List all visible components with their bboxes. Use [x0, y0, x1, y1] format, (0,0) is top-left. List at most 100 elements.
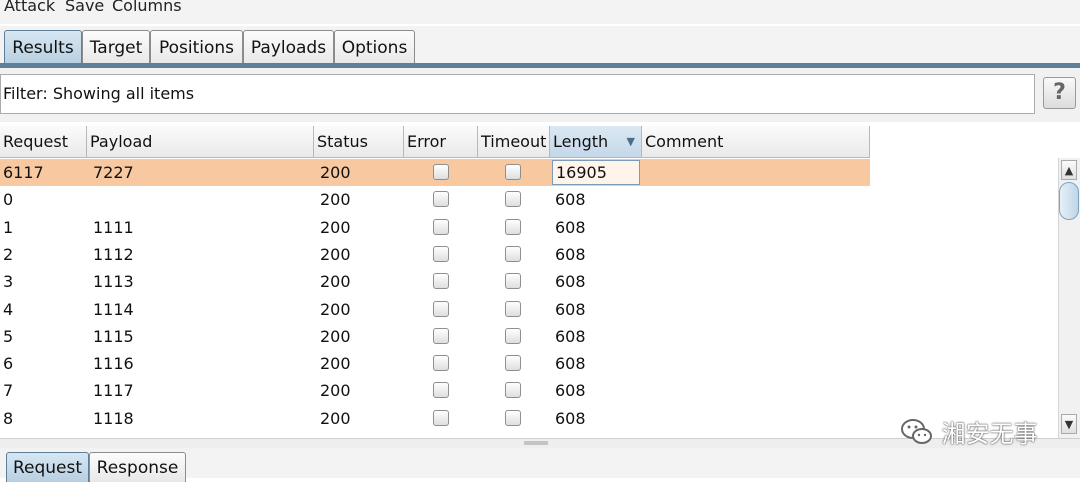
tab-positions[interactable]: Positions [150, 30, 243, 64]
cell-comment [645, 214, 870, 241]
timeout-checkbox[interactable] [505, 355, 521, 372]
table-row[interactable]: 2 1112 200 608 [0, 241, 870, 268]
splitter-grip-icon[interactable] [524, 441, 548, 445]
cell-request: 6 [3, 354, 14, 374]
cell-comment [645, 241, 870, 268]
scroll-up-icon[interactable]: ▲ [1061, 160, 1077, 180]
filter-field[interactable]: Filter: Showing all items [0, 74, 1035, 114]
cell-length: 608 [555, 299, 586, 319]
watermark: 湘安无事 [900, 414, 1038, 448]
table-row[interactable]: 6 1116 200 608 [0, 350, 870, 377]
scrollbar-thumb[interactable] [1059, 182, 1079, 220]
wechat-icon [901, 418, 932, 444]
cell-comment [645, 268, 870, 295]
column-header-request[interactable]: Request [0, 126, 87, 158]
error-checkbox[interactable] [433, 273, 449, 290]
column-header-error[interactable]: Error [404, 126, 478, 158]
cell-request: 2 [3, 244, 14, 264]
cell-status: 200 [320, 217, 351, 237]
column-header-comment[interactable]: Comment [642, 126, 870, 158]
help-button[interactable]: ? [1043, 77, 1076, 109]
cell-length: 608 [555, 217, 586, 237]
timeout-checkbox[interactable] [505, 164, 521, 180]
timeout-checkbox[interactable] [505, 218, 521, 235]
cell-payload [90, 186, 314, 213]
timeout-checkbox[interactable] [505, 409, 521, 426]
error-checkbox[interactable] [433, 300, 449, 317]
cell-request: 8 [3, 408, 14, 428]
table-row[interactable]: 3 1113 200 608 [0, 268, 870, 295]
timeout-checkbox[interactable] [505, 327, 521, 344]
cell-status: 200 [320, 272, 351, 292]
table-row[interactable]: 7 1117 200 608 [0, 377, 870, 404]
cell-payload: 1117 [93, 381, 134, 401]
cell-payload: 1112 [93, 244, 134, 264]
timeout-checkbox[interactable] [505, 245, 521, 262]
error-checkbox[interactable] [433, 409, 449, 426]
cell-payload: 1118 [93, 408, 134, 428]
watermark-text: 湘安无事 [941, 420, 1038, 448]
cell-status: 200 [320, 326, 351, 346]
cell-status: 200 [320, 381, 351, 401]
cell-length: 608 [555, 381, 586, 401]
cell-status: 200 [320, 408, 351, 428]
timeout-checkbox[interactable] [505, 273, 521, 290]
error-checkbox[interactable] [433, 191, 449, 208]
cell-length: 608 [555, 272, 586, 292]
cell-length: 16905 [552, 160, 640, 185]
cell-request: 0 [3, 190, 14, 210]
tab-payloads[interactable]: Payloads [243, 30, 334, 64]
tab-target[interactable]: Target [82, 30, 150, 64]
cell-payload: 1114 [93, 299, 134, 319]
cell-payload: 1116 [93, 354, 134, 374]
tab-results[interactable]: Results [4, 30, 82, 64]
menu-bar: Attack Save Columns [0, 0, 1080, 24]
timeout-checkbox[interactable] [505, 300, 521, 317]
cell-length: 608 [555, 190, 586, 210]
column-header-length[interactable]: Length ▼ [550, 126, 642, 158]
menu-attack[interactable]: Attack [4, 0, 55, 15]
tab-bar: Results Target Positions Payloads Option… [0, 26, 1080, 66]
cell-status: 200 [320, 244, 351, 264]
cell-length: 608 [555, 244, 586, 264]
table-row[interactable]: 4 1114 200 608 [0, 296, 870, 323]
filter-bar: Filter: Showing all items ? [0, 68, 1080, 122]
cell-status: 200 [320, 354, 351, 374]
column-header-status[interactable]: Status [314, 126, 404, 158]
menu-columns[interactable]: Columns [112, 0, 182, 15]
error-checkbox[interactable] [433, 164, 449, 180]
table-row[interactable]: 5 1115 200 608 [0, 323, 870, 350]
results-table: Request Payload Status Error Timeout Len… [0, 126, 1058, 438]
cell-request: 3 [3, 272, 14, 292]
timeout-checkbox[interactable] [505, 191, 521, 208]
table-row[interactable]: 1 1111 200 608 [0, 214, 870, 241]
column-header-timeout[interactable]: Timeout [478, 126, 550, 158]
table-row[interactable]: 0 200 608 [0, 186, 870, 213]
scroll-down-icon[interactable]: ▼ [1061, 414, 1077, 434]
error-checkbox[interactable] [433, 245, 449, 262]
cell-comment [645, 323, 870, 350]
error-checkbox[interactable] [433, 218, 449, 235]
timeout-checkbox[interactable] [505, 382, 521, 399]
cell-comment [645, 186, 870, 213]
cell-request: 6117 [3, 163, 44, 182]
cell-status: 200 [320, 190, 351, 210]
cell-payload: 1113 [93, 272, 134, 292]
sort-descending-icon: ▼ [626, 135, 635, 148]
table-row[interactable]: 8 1118 200 608 [0, 405, 870, 432]
cell-payload: 1111 [93, 217, 134, 237]
error-checkbox[interactable] [433, 327, 449, 344]
tab-options[interactable]: Options [334, 30, 415, 64]
column-header-payload[interactable]: Payload [87, 126, 314, 158]
cell-comment [645, 296, 870, 323]
vertical-scrollbar[interactable]: ▲ ▼ [1058, 158, 1080, 438]
bottom-tab-bar: Request Response [0, 448, 1080, 482]
cell-comment [645, 159, 870, 186]
cell-request: 7 [3, 381, 14, 401]
cell-request: 4 [3, 299, 14, 319]
error-checkbox[interactable] [433, 355, 449, 372]
menu-save[interactable]: Save [65, 0, 104, 15]
table-row[interactable]: 6117 7227 200 16905 [0, 159, 870, 186]
error-checkbox[interactable] [433, 382, 449, 399]
cell-payload: 7227 [93, 163, 134, 182]
